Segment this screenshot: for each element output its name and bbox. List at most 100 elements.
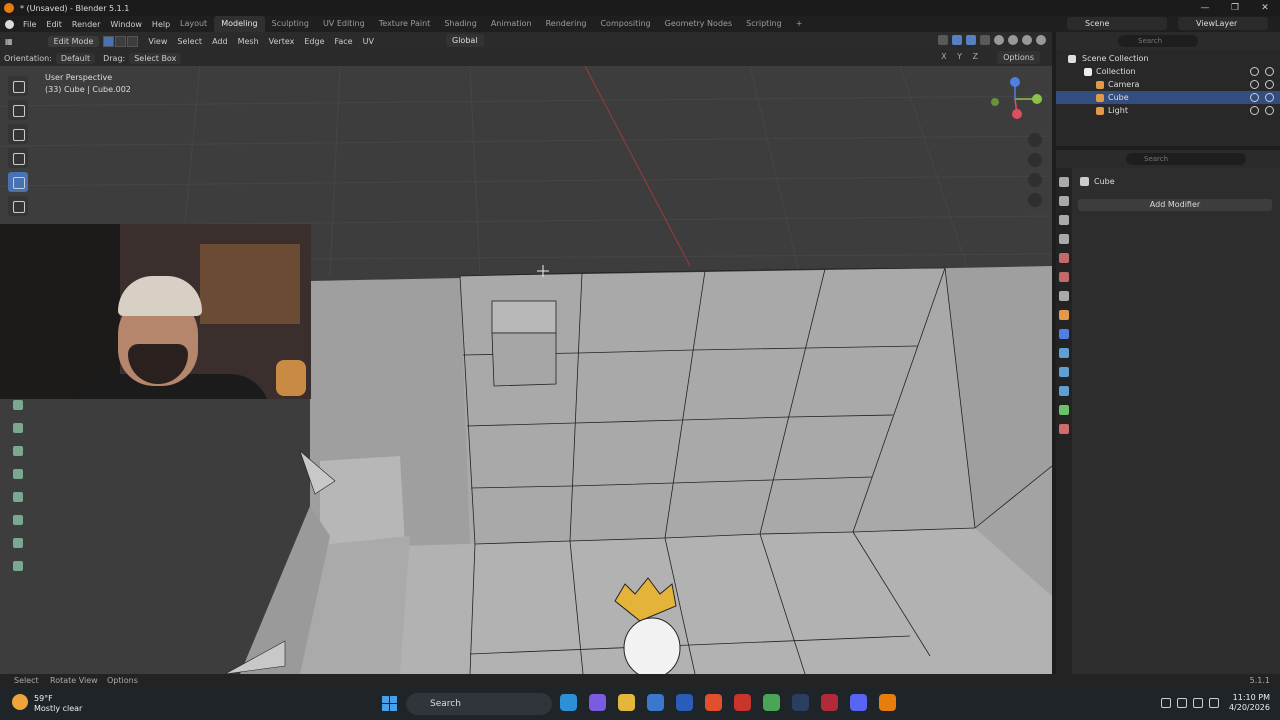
taskbar-search[interactable]: Search xyxy=(406,693,552,715)
output-tab-icon[interactable] xyxy=(1059,215,1069,225)
file-explorer-icon[interactable] xyxy=(618,694,635,711)
clock[interactable]: 11:10 PM 4/20/2026 xyxy=(1229,693,1270,713)
volume-icon[interactable] xyxy=(1192,698,1203,708)
blender-menu-icon[interactable] xyxy=(5,19,14,29)
outliner-search[interactable]: Search xyxy=(1118,35,1198,47)
menu-face[interactable]: Face xyxy=(330,37,358,46)
mirror-axes[interactable]: X Y Z xyxy=(941,52,982,61)
visibility-icon[interactable] xyxy=(938,35,948,45)
view-layer-selector[interactable]: ViewLayer xyxy=(1178,17,1268,30)
tray-chevron-icon[interactable] xyxy=(1160,698,1171,708)
rip-tool-icon[interactable] xyxy=(9,557,27,575)
spin-tool-icon[interactable] xyxy=(9,442,27,460)
chrome-icon[interactable] xyxy=(763,694,780,711)
navigation-gizmo[interactable] xyxy=(985,74,1045,124)
weather-widget[interactable]: 59°F Mostly clear xyxy=(34,694,82,714)
start-button-icon[interactable] xyxy=(382,696,397,711)
constraints-tab-icon[interactable] xyxy=(1059,386,1069,396)
visibility-toggles[interactable] xyxy=(1250,93,1274,102)
camera-icon[interactable] xyxy=(1265,93,1274,102)
tab-animation[interactable]: Animation xyxy=(484,16,539,32)
eye-icon[interactable] xyxy=(1250,67,1259,76)
cursor-tool-icon[interactable] xyxy=(8,100,28,120)
poly-build-tool-icon[interactable] xyxy=(9,419,27,437)
tab-texture-paint[interactable]: Texture Paint xyxy=(372,16,438,32)
edge-browser-icon[interactable] xyxy=(560,694,577,711)
tab-shading[interactable]: Shading xyxy=(437,16,484,32)
visibility-toggles[interactable] xyxy=(1250,80,1274,89)
pan-hand-icon[interactable] xyxy=(1028,153,1042,167)
blender-taskbar-icon[interactable] xyxy=(879,694,896,711)
copilot-icon[interactable] xyxy=(589,694,606,711)
camera-icon[interactable] xyxy=(1265,80,1274,89)
overlay-toggle-icon[interactable] xyxy=(966,35,976,45)
menu-view[interactable]: View xyxy=(143,37,172,46)
edge-select-icon[interactable] xyxy=(115,35,127,47)
tab-sculpting[interactable]: Sculpting xyxy=(265,16,316,32)
scene-selector[interactable]: Scene xyxy=(1067,17,1167,30)
particles-tab-icon[interactable] xyxy=(1059,348,1069,358)
outliner-row[interactable]: Light xyxy=(1056,104,1280,117)
menu-edge[interactable]: Edge xyxy=(299,37,329,46)
menu-vertex[interactable]: Vertex xyxy=(264,37,300,46)
transform-orientation-dropdown[interactable]: Global xyxy=(446,34,484,47)
brave-browser-icon[interactable] xyxy=(705,694,722,711)
battery-icon[interactable] xyxy=(1208,698,1219,708)
gizmo-toggle-icon[interactable] xyxy=(952,35,962,45)
tab-uv-editing[interactable]: UV Editing xyxy=(316,16,372,32)
xray-icon[interactable] xyxy=(980,35,990,45)
perspective-toggle-icon[interactable] xyxy=(1028,193,1042,207)
object-tab-icon[interactable] xyxy=(1059,310,1069,320)
options-button[interactable]: Options xyxy=(997,51,1040,64)
menu-edit[interactable]: Edit xyxy=(41,20,67,29)
eye-icon[interactable] xyxy=(1250,80,1259,89)
camera-icon[interactable] xyxy=(1265,67,1274,76)
trello-icon[interactable] xyxy=(676,694,693,711)
mode-selector[interactable]: Edit Mode xyxy=(47,35,100,47)
world-tab-icon[interactable] xyxy=(1059,272,1069,282)
minimize-icon[interactable]: — xyxy=(1190,0,1220,16)
visibility-toggles[interactable] xyxy=(1250,67,1274,76)
vertex-select-icon[interactable] xyxy=(103,35,115,47)
menu-mesh[interactable]: Mesh xyxy=(233,37,264,46)
eye-icon[interactable] xyxy=(1250,93,1259,102)
add-workspace-icon[interactable]: + xyxy=(789,16,810,32)
steam-icon[interactable] xyxy=(792,694,809,711)
tool-tab-icon[interactable] xyxy=(1059,177,1069,187)
edge-slide-tool-icon[interactable] xyxy=(9,488,27,506)
outliner-row[interactable]: Camera xyxy=(1056,78,1280,91)
orientation-dropdown[interactable]: Default xyxy=(55,52,96,64)
face-select-icon[interactable] xyxy=(127,35,139,47)
add-modifier-button[interactable]: Add Modifier xyxy=(1078,199,1272,211)
menu-render[interactable]: Render xyxy=(67,20,105,29)
zoom-icon[interactable] xyxy=(1028,133,1042,147)
render-tab-icon[interactable] xyxy=(1059,196,1069,206)
maximize-icon[interactable]: ❐ xyxy=(1220,0,1250,16)
menu-select[interactable]: Select xyxy=(172,37,207,46)
app-icon[interactable] xyxy=(647,694,664,711)
wireframe-shading-icon[interactable] xyxy=(994,35,1004,45)
outliner-row[interactable]: Collection xyxy=(1056,65,1280,78)
scene-tab-icon[interactable] xyxy=(1059,253,1069,263)
editor-type-icon[interactable]: ▦ xyxy=(0,37,18,46)
tab-layout[interactable]: Layout xyxy=(173,16,214,32)
affinity-icon[interactable] xyxy=(821,694,838,711)
smooth-tool-icon[interactable] xyxy=(9,465,27,483)
camera-icon[interactable] xyxy=(1265,106,1274,115)
transform-tool-icon[interactable] xyxy=(8,196,28,216)
voicemod-icon[interactable] xyxy=(734,694,751,711)
shear-tool-icon[interactable] xyxy=(9,534,27,552)
outliner-row[interactable]: Cube xyxy=(1056,91,1280,104)
material-tab-icon[interactable] xyxy=(1059,424,1069,434)
tab-rendering[interactable]: Rendering xyxy=(539,16,594,32)
scale-tool-icon[interactable] xyxy=(8,172,28,192)
properties-search[interactable]: Search xyxy=(1126,153,1246,165)
close-icon[interactable]: ✕ xyxy=(1250,0,1280,16)
rendered-shading-icon[interactable] xyxy=(1036,35,1046,45)
collection-tab-icon[interactable] xyxy=(1059,291,1069,301)
weather-icon[interactable] xyxy=(12,694,28,710)
outliner-row[interactable]: Scene Collection xyxy=(1056,52,1280,65)
select-tool-icon[interactable] xyxy=(8,76,28,96)
menu-window[interactable]: Window xyxy=(105,20,147,29)
tab-compositing[interactable]: Compositing xyxy=(593,16,657,32)
